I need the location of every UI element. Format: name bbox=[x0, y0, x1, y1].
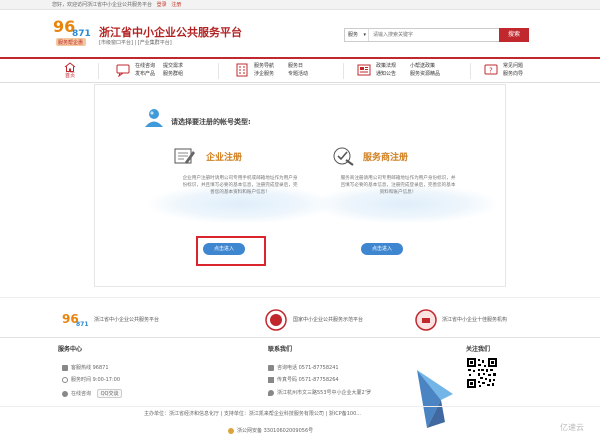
greeting-text: 您好，欢迎访问浙江省中小企业公共服务平台 bbox=[52, 2, 153, 8]
top-bar-links: 您好，欢迎访问浙江省中小企业公共服务平台 登录 注册 bbox=[52, 1, 184, 8]
chat-bubble-icon bbox=[62, 390, 68, 397]
enterprise-register-card: 企业注册 企业用户注册时请用公司专用手机或邮箱地址作为用户身份标识，并且填写必要… bbox=[145, 142, 335, 255]
hotline-row: 客服热线 96871 bbox=[62, 364, 109, 371]
nav-home[interactable]: 首页 bbox=[55, 59, 85, 83]
nav-divider bbox=[470, 63, 471, 79]
svg-text:服务帮企惠: 服务帮企惠 bbox=[58, 39, 83, 46]
copyright-bar: 主办单位：浙江省经济和信息化厅 | 支持单位：浙江凯来帮企业科技服务有限公司 |… bbox=[0, 406, 600, 442]
nav-divider bbox=[218, 63, 219, 79]
nav-group-help: ? 常见问题 服务向导 bbox=[484, 61, 554, 81]
sponsor-text: 主办单位：浙江省经济和信息化厅 | 支持单位：浙江凯来帮企业科技服务有限公司 |… bbox=[144, 411, 362, 417]
nav-link-enterprise-services[interactable]: 涉企服务 bbox=[254, 70, 274, 78]
building-icon bbox=[236, 63, 248, 77]
nav-link-service-groups[interactable]: 服务群组 bbox=[163, 70, 183, 78]
nav-link-consult[interactable]: 在线咨询 bbox=[135, 62, 155, 70]
clock-icon bbox=[62, 376, 68, 383]
highlight-box bbox=[196, 236, 266, 266]
provider-enter-button[interactable]: 点击进入 bbox=[361, 243, 403, 255]
national-demo-badge-icon bbox=[265, 309, 287, 331]
tel-text: 咨询电话 0571-87758241 bbox=[277, 365, 339, 371]
svg-text:?: ? bbox=[489, 67, 493, 75]
address-row: 浙江杭州市文三路553号中小企业大厦2'罗 bbox=[268, 389, 371, 396]
help-icon: ? bbox=[484, 64, 498, 75]
chat-icon bbox=[116, 64, 130, 77]
partner-logos: 96 871 浙江省中小企业公共服务平台 国家中小企业公共服务示范平台 浙江省中… bbox=[0, 297, 600, 337]
search-box: 服务 搜索 bbox=[344, 28, 529, 42]
nav-home-label: 首页 bbox=[64, 73, 75, 79]
enterprise-register-desc: 企业用户注册时请用公司专用手机或邮箱地址作为用户身份标识，并且填写必要的基本信息… bbox=[182, 176, 298, 195]
nav-link-service-day[interactable]: 服务日 bbox=[288, 62, 308, 70]
police-badge-icon bbox=[228, 427, 234, 434]
provider-register-title: 服务商注册 bbox=[363, 153, 409, 163]
partner-item[interactable]: 96 871 浙江省中小企业公共服务平台 bbox=[62, 308, 202, 332]
phone-icon bbox=[62, 364, 68, 371]
provider-register-desc: 服务商注册请用公司专用邮箱地址作为用户身份标识，并且填写必要的基本信息，注册完成… bbox=[340, 176, 456, 195]
nav-divider bbox=[98, 63, 99, 79]
svg-text:871: 871 bbox=[72, 29, 91, 39]
location-pin-icon bbox=[268, 389, 274, 396]
search-category-select[interactable]: 服务 bbox=[345, 29, 369, 41]
address-text: 浙江杭州市文三路553号中小企业大厦2'罗 bbox=[277, 390, 372, 396]
nav-link-premium-resources[interactable]: 服务资源精品 bbox=[410, 70, 440, 78]
site-logo[interactable]: 96 871 服务帮企惠 bbox=[52, 14, 92, 52]
partner-item[interactable]: 国家中小企业公共服务示范平台 bbox=[262, 308, 392, 332]
contact-title: 联系我们 bbox=[268, 346, 293, 353]
register-prompt-text: 请选择要注册的帐号类型: bbox=[171, 118, 251, 126]
follow-us-title: 关注我们 bbox=[466, 346, 491, 353]
police-record-text: 浙公网安备 33010602009056号 bbox=[237, 428, 314, 434]
service-center-title: 服务中心 bbox=[58, 346, 83, 353]
nav-divider bbox=[343, 63, 344, 79]
nav-link-service-navigation[interactable]: 服务导航 bbox=[254, 62, 274, 70]
user-avatar-icon bbox=[145, 109, 163, 127]
nav-link-service-guide[interactable]: 服务向导 bbox=[503, 70, 523, 78]
login-link[interactable]: 登录 bbox=[157, 2, 167, 8]
provider-register-icon bbox=[333, 147, 354, 166]
nav-link-notices[interactable]: 通知公告 bbox=[376, 70, 396, 78]
partner-item[interactable]: 浙江省中小企业十佳服务机构 bbox=[412, 308, 542, 332]
hours-row: 服务时间 9:00-17:00 bbox=[62, 376, 120, 383]
search-button[interactable]: 搜索 bbox=[499, 28, 529, 42]
nav-group-policy: 政策法规 通知公告 小帮送政策 服务资源精品 bbox=[357, 61, 467, 81]
nav-link-publish-product[interactable]: 发布产品 bbox=[135, 70, 155, 78]
partner-name: 浙江省中小企业十佳服务机构 bbox=[442, 317, 508, 323]
police-record[interactable]: 浙公网安备 33010602009056号 bbox=[228, 427, 313, 434]
search-input[interactable] bbox=[373, 30, 498, 40]
provider-register-card: 服务商注册 服务商注册请用公司专用邮箱地址作为用户身份标识，并且填写必要的基本信… bbox=[310, 142, 500, 255]
fax-row: 传真号码 0571-87758264 bbox=[268, 376, 339, 383]
online-consult-row: 在线咨询 QQ交谈 bbox=[62, 389, 123, 398]
site-header: 96 871 服务帮企惠 浙江省中小企业公共服务平台 [市级窗口平台] | [产… bbox=[0, 10, 600, 57]
wechat-qr-code bbox=[466, 357, 498, 389]
enterprise-register-icon bbox=[174, 148, 195, 164]
news-icon bbox=[357, 64, 371, 76]
tel-row: 咨询电话 0571-87758241 bbox=[268, 364, 339, 371]
nav-group-guide: 服务导航 涉企服务 服务日 专题活动 bbox=[235, 61, 335, 81]
phone-icon bbox=[268, 364, 274, 371]
home-icon bbox=[64, 62, 76, 72]
qq-chat-button[interactable]: QQ交谈 bbox=[96, 389, 123, 398]
nav-link-submit-demand[interactable]: 提交需求 bbox=[163, 62, 183, 70]
sub-platform-links[interactable]: [市级窗口平台] | [产业集群平台] bbox=[99, 39, 172, 46]
enterprise-register-title: 企业注册 bbox=[206, 153, 243, 163]
nav-group-service: 在线咨询 发布产品 提交需求 服务群组 bbox=[116, 61, 216, 81]
top-ten-award-icon bbox=[415, 309, 437, 331]
fax-text: 传真号码 0571-87758264 bbox=[277, 377, 339, 383]
nav-link-policy[interactable]: 政策法规 bbox=[376, 62, 396, 70]
hours-text: 服务时间 9:00-17:00 bbox=[71, 377, 121, 383]
hotline-text: 客服热线 96871 bbox=[71, 365, 109, 371]
nav-link-special-events[interactable]: 专题活动 bbox=[288, 70, 308, 78]
nav-link-faq[interactable]: 常见问题 bbox=[503, 62, 523, 70]
online-consult-text: 在线咨询 bbox=[71, 391, 92, 397]
site-title: 浙江省中小企业公共服务平台 bbox=[99, 26, 242, 39]
nav-link-policy-delivery[interactable]: 小帮送政策 bbox=[410, 62, 440, 70]
top-bar: 您好，欢迎访问浙江省中小企业公共服务平台 登录 注册 bbox=[0, 0, 600, 10]
fax-icon bbox=[268, 376, 274, 383]
svg-text:871: 871 bbox=[76, 321, 89, 328]
platform-logo-icon: 96 871 bbox=[62, 312, 89, 328]
partner-name: 国家中小企业公共服务示范平台 bbox=[293, 317, 364, 323]
main-nav: 首页 在线咨询 发布产品 提交需求 服务群组 服务导航 涉企服务 服务日 专题活… bbox=[0, 57, 600, 83]
register-link[interactable]: 注册 bbox=[171, 2, 181, 8]
partner-name: 浙江省中小企业公共服务平台 bbox=[94, 317, 160, 323]
